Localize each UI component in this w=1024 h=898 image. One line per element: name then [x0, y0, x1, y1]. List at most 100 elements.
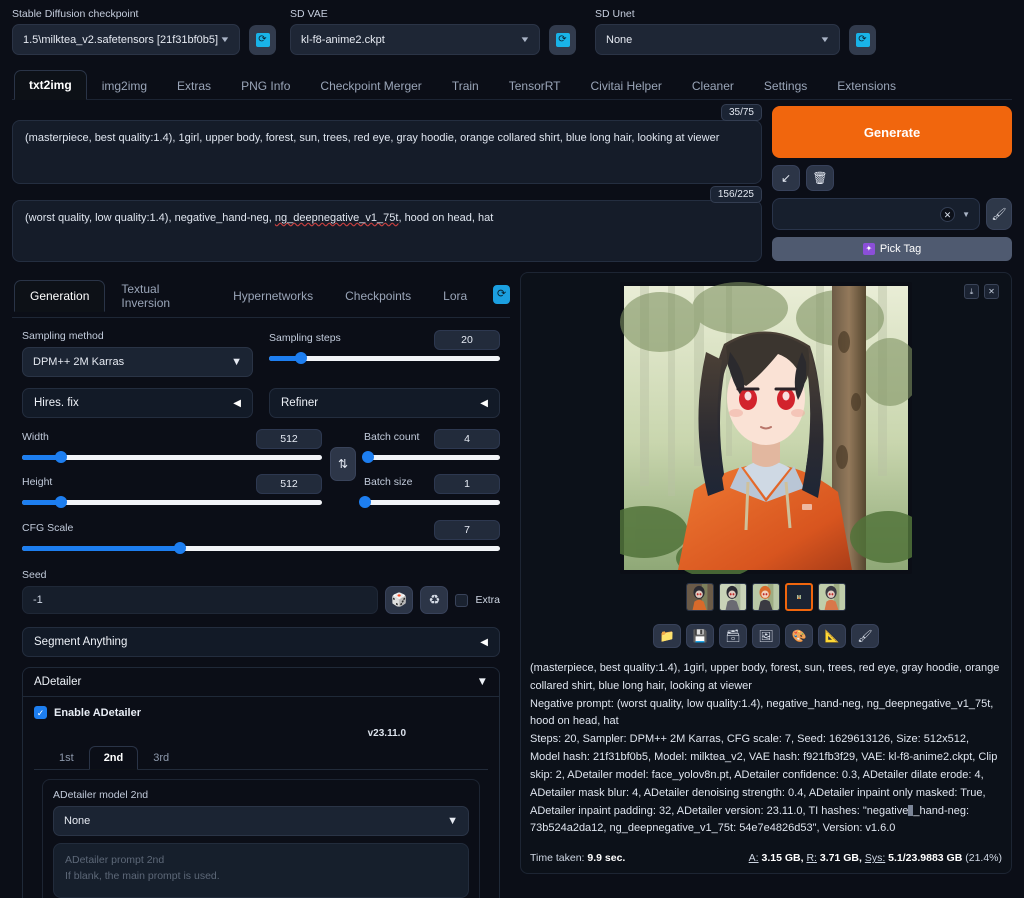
adetailer-label: ADetailer — [34, 676, 82, 688]
extra-seed-label: Extra — [475, 594, 500, 606]
checkpoint-dropdown[interactable]: 1.5\milktea_v2.safetensors [21f31bf0b5] … — [12, 24, 240, 55]
batch-count-value[interactable]: 4 — [434, 429, 500, 449]
refresh-icon[interactable]: ⟳ — [493, 285, 510, 304]
save-icon[interactable]: 💾 — [686, 624, 714, 648]
sampling-method-dropdown[interactable]: DPM++ 2M Karras ▼ — [22, 347, 253, 377]
result-gallery: ⤓ ✕ 📁 💾 🗃 🖼 🎨 📐 🖌 (masterpiece, best qua… — [520, 272, 1012, 875]
swap-dimensions-button[interactable]: ⇅ — [330, 447, 356, 481]
brush-icon[interactable]: 🖌 — [851, 624, 879, 648]
sampling-steps-label: Sampling steps — [269, 331, 341, 344]
folder-icon[interactable]: 📁 — [653, 624, 681, 648]
batch-size-slider[interactable] — [359, 494, 500, 510]
height-value[interactable]: 512 — [256, 474, 322, 494]
slider-knob[interactable] — [173, 542, 186, 554]
thumbnail-selected[interactable] — [785, 583, 813, 611]
batch-column: Batch count 4 Batch size 1 — [359, 429, 500, 510]
zip-icon[interactable]: 🗃 — [719, 624, 747, 648]
vae-dropdown[interactable]: kl-f8-anime2.ckpt ▼ — [290, 24, 540, 55]
hires-fix-accordion[interactable]: Hires. fix ◀ — [22, 388, 253, 418]
negative-token-counter: 156/225 — [709, 186, 762, 203]
pick-tag-button[interactable]: ✦ Pick Tag — [772, 237, 1012, 261]
sub-tab-hypernetworks[interactable]: Hypernetworks — [217, 280, 329, 311]
send-to-img2img-icon[interactable]: 🖼 — [752, 624, 780, 648]
chevron-down-icon[interactable]: ▼ — [962, 210, 970, 219]
slider-track — [364, 499, 500, 505]
slider-knob[interactable] — [55, 496, 67, 508]
refresh-unet-button[interactable]: ⟳ — [849, 24, 876, 55]
info-negative-line: Negative prompt: (worst quality, low qua… — [530, 697, 994, 728]
main-tab-extras[interactable]: Extras — [162, 71, 226, 100]
cfg-scale-value[interactable]: 7 — [434, 520, 500, 540]
download-icon[interactable]: ⤓ — [964, 284, 979, 299]
slider-knob[interactable] — [359, 496, 372, 508]
main-tab-img2img[interactable]: img2img — [87, 71, 162, 100]
sampling-steps-value[interactable]: 20 — [434, 330, 500, 350]
refresh-checkpoint-button[interactable]: ⟳ — [249, 24, 276, 55]
prompt-utility-buttons: ↙ 🗑 — [772, 165, 1012, 191]
chevron-down-icon: ▼ — [819, 35, 831, 44]
adetailer-model-dropdown[interactable]: None ▼ — [53, 806, 469, 836]
sampling-method-field: Sampling method DPM++ 2M Karras ▼ — [22, 330, 253, 377]
positive-prompt-input[interactable]: (masterpiece, best quality:1.4), 1girl, … — [12, 120, 762, 184]
main-tab-cleaner[interactable]: Cleaner — [677, 71, 749, 100]
negative-prompt-head: (worst quality, low quality:1.4), negati… — [25, 212, 275, 224]
adetailer-order-tab-2nd[interactable]: 2nd — [88, 746, 139, 770]
cfg-scale-slider[interactable] — [22, 540, 500, 556]
arrow-down-left-icon[interactable]: ↙ — [772, 165, 800, 191]
refresh-vae-button[interactable]: ⟳ — [549, 24, 576, 55]
sub-tab-textual-inversion[interactable]: Textual Inversion — [105, 273, 217, 318]
height-slider[interactable] — [22, 494, 322, 510]
extra-seed-checkbox[interactable] — [455, 593, 469, 607]
apply-style-button[interactable]: 🖌 — [986, 198, 1012, 230]
batch-size-value[interactable]: 1 — [434, 474, 500, 494]
seed-input[interactable]: -1 — [22, 586, 379, 614]
main-tab-settings[interactable]: Settings — [749, 71, 822, 100]
slider-track — [22, 454, 322, 460]
main-tab-extensions[interactable]: Extensions — [822, 71, 911, 100]
generated-image[interactable] — [620, 282, 912, 574]
batch-count-slider[interactable] — [362, 449, 500, 465]
refiner-label: Refiner — [281, 397, 319, 409]
sub-tab-generation[interactable]: Generation — [14, 279, 106, 312]
slider-knob[interactable] — [295, 352, 308, 364]
thumbnail[interactable] — [686, 583, 714, 611]
slider-knob[interactable] — [362, 451, 375, 463]
reuse-seed-button[interactable]: ♻ — [420, 586, 449, 614]
main-tab-civitai-helper[interactable]: Civitai Helper — [576, 71, 677, 100]
randomize-seed-button[interactable]: 🎲 — [385, 586, 414, 614]
adetailer-order-tab-1st[interactable]: 1st — [44, 746, 89, 770]
adetailer-order-tab-3rd[interactable]: 3rd — [138, 746, 184, 770]
thumbnail[interactable] — [818, 583, 846, 611]
main-tab-txt2img[interactable]: txt2img — [14, 70, 87, 100]
main-tab-png-info[interactable]: PNG Info — [226, 71, 305, 100]
refiner-accordion[interactable]: Refiner ◀ — [269, 388, 500, 418]
slider-knob[interactable] — [55, 451, 67, 463]
main-tab-tensorrt[interactable]: TensorRT — [494, 71, 576, 100]
segment-anything-accordion[interactable]: Segment Anything ◀ — [22, 627, 500, 657]
adetailer-prompt-input[interactable]: ADetailer prompt 2nd If blank, the main … — [53, 843, 469, 898]
enable-adetailer-checkbox[interactable]: ✓ — [34, 706, 47, 719]
generate-button[interactable]: Generate — [772, 106, 1012, 158]
vae-label: SD VAE — [290, 8, 328, 20]
main-tab-train[interactable]: Train — [437, 71, 494, 100]
adetailer-model-block: ADetailer model 2nd None ▼ ADetailer pro… — [42, 779, 480, 898]
unet-dropdown[interactable]: None ▼ — [595, 24, 840, 55]
send-to-extras-icon[interactable]: 📐 — [818, 624, 846, 648]
send-to-inpaint-icon[interactable]: 🎨 — [785, 624, 813, 648]
width-slider[interactable] — [22, 449, 322, 465]
styles-dropdown[interactable]: ✕ ▼ — [772, 198, 980, 230]
thumbnail[interactable] — [719, 583, 747, 611]
close-fullscreen-icon[interactable]: ✕ — [984, 284, 999, 299]
clear-x-icon[interactable]: ✕ — [940, 206, 956, 222]
width-value[interactable]: 512 — [256, 429, 322, 449]
negative-prompt-input[interactable]: (worst quality, low quality:1.4), negati… — [12, 200, 762, 262]
trash-icon[interactable]: 🗑 — [806, 165, 834, 191]
main-tab-checkpoint-merger[interactable]: Checkpoint Merger — [305, 71, 436, 100]
sampling-steps-slider[interactable] — [269, 350, 500, 366]
thumbnail[interactable] — [752, 583, 780, 611]
adetailer-body: ✓ Enable ADetailer v23.11.0 1st 2nd 3rd AD… — [22, 697, 500, 898]
sub-tab-checkpoints[interactable]: Checkpoints — [329, 280, 427, 311]
adetailer-accordion-header[interactable]: ADetailer ▼ — [22, 667, 500, 697]
height-label: Height — [22, 475, 53, 488]
sub-tab-lora[interactable]: Lora — [427, 280, 483, 311]
